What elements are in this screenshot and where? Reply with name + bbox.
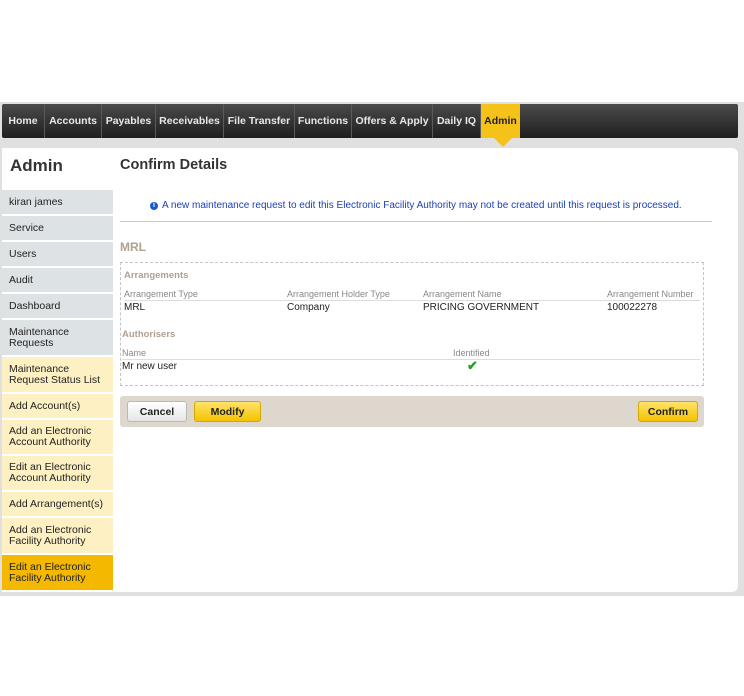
sidebar-item-maintenance-request-status-list[interactable]: Maintenance Request Status List	[2, 357, 113, 393]
top-navigation: Home Accounts Payables Receivables File …	[2, 104, 738, 138]
nav-daily-iq[interactable]: Daily IQ	[433, 104, 481, 138]
details-panel: Arrangements Arrangement Type Arrangemen…	[120, 262, 704, 386]
col-identified: Identified	[453, 348, 490, 358]
authorisers-heading: Authorisers	[122, 329, 176, 340]
sidebar-item-edit-electronic-account-authority[interactable]: Edit an Electronic Account Authority	[2, 456, 113, 491]
sidebar-item-dashboard[interactable]: Dashboard	[2, 294, 113, 319]
section-title: MRL	[120, 240, 146, 254]
sidebar-item-users[interactable]: Users	[2, 242, 113, 267]
modify-button[interactable]: Modify	[194, 401, 261, 422]
nav-admin[interactable]: Admin	[481, 104, 520, 138]
info-icon: i	[150, 202, 158, 210]
cancel-button[interactable]: Cancel	[127, 401, 187, 422]
col-arrangement-name: Arrangement Name	[423, 289, 502, 299]
sidebar-item-audit[interactable]: Audit	[2, 268, 113, 293]
confirm-button[interactable]: Confirm	[638, 401, 698, 422]
cell-arrangement-holder-type: Company	[287, 302, 330, 313]
nav-functions[interactable]: Functions	[295, 104, 352, 138]
active-nav-pointer	[494, 138, 512, 147]
col-arrangement-type: Arrangement Type	[124, 289, 198, 299]
nav-file-transfer[interactable]: File Transfer	[224, 104, 295, 138]
nav-receivables[interactable]: Receivables	[156, 104, 224, 138]
info-message: i A new maintenance request to edit this …	[150, 200, 682, 211]
cell-arrangement-number: 100022278	[607, 302, 658, 313]
nav-payables[interactable]: Payables	[102, 104, 156, 138]
page-title: Confirm Details	[120, 157, 228, 173]
arrangements-header-line	[124, 300, 700, 301]
col-authoriser-name: Name	[122, 348, 147, 358]
cell-arrangement-name: PRICING GOVERNMENT	[423, 302, 540, 313]
cell-arrangement-type: MRL	[124, 302, 146, 313]
sidebar-item-edit-electronic-facility-authority[interactable]: Edit an Electronic Facility Authority	[2, 555, 113, 591]
info-message-text: A new maintenance request to edit this E…	[162, 200, 682, 211]
nav-home[interactable]: Home	[2, 104, 45, 138]
cell-authoriser-name: Mr new user	[122, 361, 178, 372]
checkmark-icon: ✔	[467, 358, 478, 373]
sidebar-item-maintenance-requests[interactable]: Maintenance Requests	[2, 320, 113, 356]
nav-accounts[interactable]: Accounts	[45, 104, 102, 138]
sidebar-item-add-electronic-facility-authority[interactable]: Add an Electronic Facility Authority	[2, 518, 113, 554]
sidebar-item-add-arrangements[interactable]: Add Arrangement(s)	[2, 492, 113, 517]
sidebar: Admin kiran james Service Users Audit Da…	[2, 148, 114, 592]
divider	[120, 221, 712, 222]
authorisers-header-line	[122, 359, 700, 360]
arrangements-heading: Arrangements	[124, 270, 189, 281]
main-content: Confirm Details i A new maintenance reque…	[114, 148, 738, 592]
nav-offers-apply[interactable]: Offers & Apply	[352, 104, 433, 138]
sidebar-item-add-electronic-account-authority[interactable]: Add an Electronic Account Authority	[2, 420, 113, 455]
col-arrangement-holder-type: Arrangement Holder Type	[287, 289, 390, 299]
sidebar-item-add-accounts[interactable]: Add Account(s)	[2, 394, 113, 419]
col-arrangement-number: Arrangement Number	[607, 289, 694, 299]
sidebar-item-user-profile[interactable]: kiran james	[2, 190, 113, 215]
action-bar: Cancel Modify Confirm	[120, 396, 704, 427]
sidebar-item-service[interactable]: Service	[2, 216, 113, 241]
sidebar-title: Admin	[10, 156, 63, 175]
